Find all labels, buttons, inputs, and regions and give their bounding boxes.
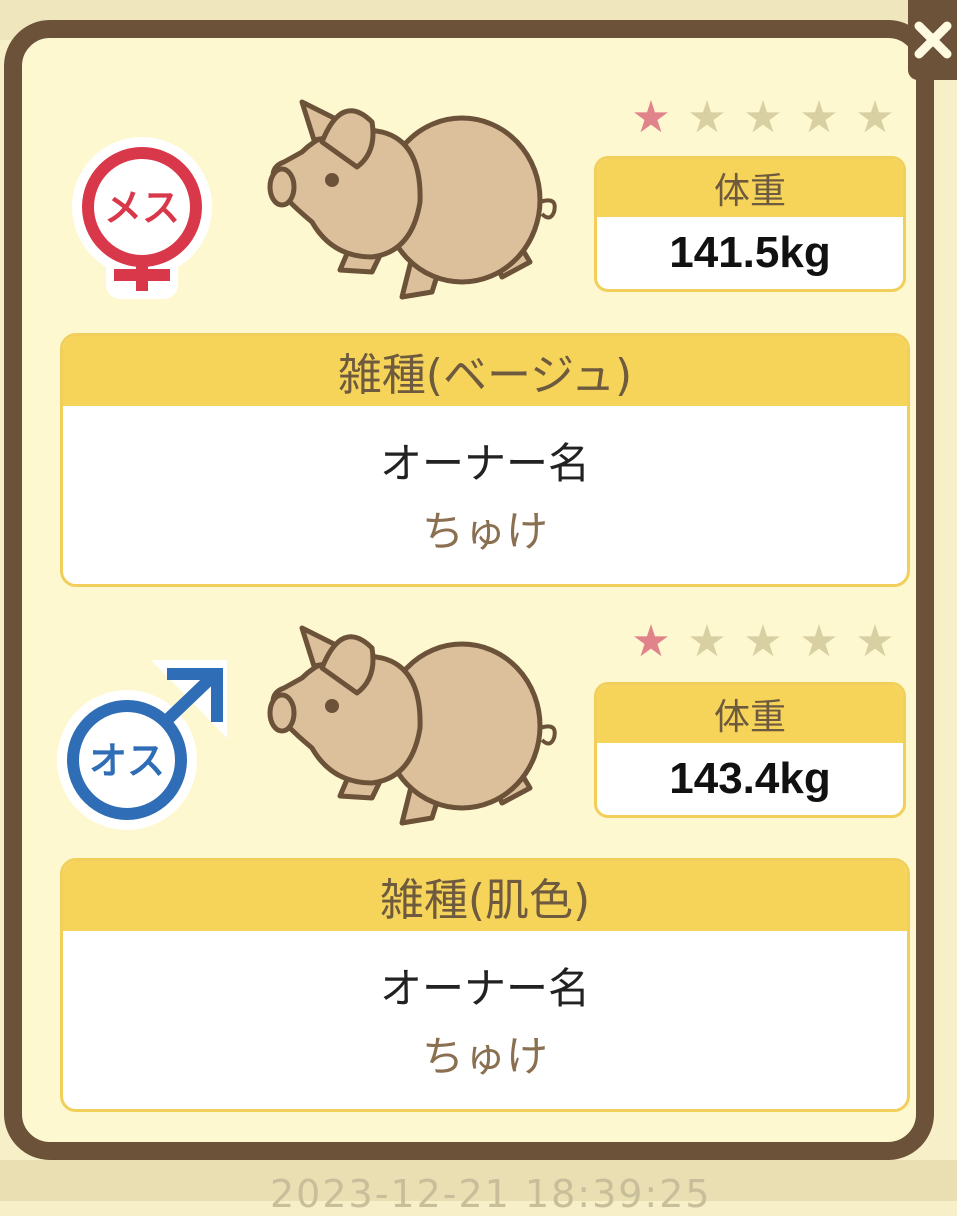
weight-value: 141.5kg [669, 228, 831, 277]
star-icon: ★ [631, 616, 671, 667]
owner-label: オーナー名 [379, 964, 590, 1013]
star-icon: ★ [687, 616, 727, 667]
star-icon: ★ [799, 616, 839, 667]
rating-stars: ★ ★ ★ ★ ★ [626, 620, 900, 664]
female-icon: メス [70, 135, 220, 304]
weight-label: 体重 [597, 685, 903, 743]
star-icon: ★ [799, 92, 839, 143]
background-date: 2023-12-21 18:39:25 [270, 1172, 712, 1216]
pig-illustration [262, 92, 572, 311]
star-icon: ★ [631, 92, 671, 143]
weight-value: 143.4kg [669, 754, 831, 803]
star-icon: ★ [855, 616, 895, 667]
star-icon: ★ [743, 616, 783, 667]
breed-panel: 雑種(ベージュ) オーナー名 ちゅけ [60, 333, 910, 587]
breed-title: 雑種(肌色) [63, 861, 907, 931]
star-icon: ★ [743, 92, 783, 143]
star-icon: ★ [855, 92, 895, 143]
weight-panel: 体重 143.4kg [594, 682, 906, 818]
owner-label: オーナー名 [379, 439, 590, 488]
owner-name: ちゅけ [421, 507, 548, 556]
weight-label: 体重 [597, 159, 903, 217]
close-button[interactable] [908, 0, 957, 80]
star-icon: ★ [687, 92, 727, 143]
male-icon: オス [55, 660, 230, 836]
pig-illustration [262, 618, 572, 837]
rating-stars: ★ ★ ★ ★ ★ [626, 96, 900, 140]
weight-panel: 体重 141.5kg [594, 156, 906, 292]
close-icon [914, 21, 951, 59]
female-label: メス [104, 186, 180, 230]
owner-name: ちゅけ [421, 1032, 548, 1081]
breed-panel: 雑種(肌色) オーナー名 ちゅけ [60, 858, 910, 1112]
male-label: オス [89, 739, 165, 783]
breed-title: 雑種(ベージュ) [63, 336, 907, 406]
